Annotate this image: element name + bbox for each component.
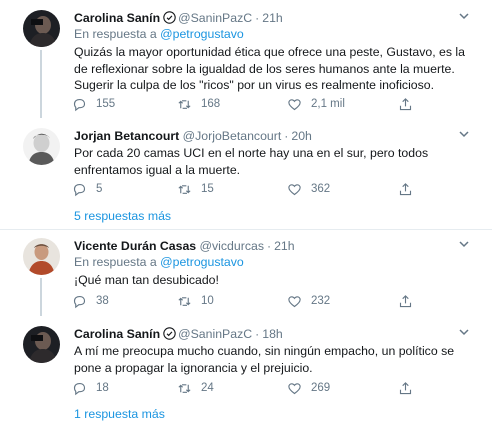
- tweet-text: Por cada 20 camas UCI en el norte hay un…: [74, 146, 429, 177]
- avatar[interactable]: [23, 10, 60, 47]
- like-icon: [288, 183, 301, 195]
- like-count: 2,1 mil: [311, 98, 345, 110]
- tweet-actions: 5 15 362: [72, 181, 432, 197]
- tweet-header: Jorjan Betancourt @JorjoBetancourt · 20h: [74, 128, 312, 144]
- author-name[interactable]: Jorjan Betancourt: [74, 129, 179, 143]
- retweet-icon: [178, 184, 191, 194]
- author-name[interactable]: Carolina Sanín: [74, 11, 160, 25]
- thread-line: [40, 278, 42, 316]
- reply-button[interactable]: 18: [72, 380, 109, 396]
- reply-prefix: En respuesta a: [74, 255, 157, 269]
- author-handle[interactable]: @SaninPazC: [178, 11, 252, 25]
- like-icon: [288, 295, 301, 307]
- tweet-thread: Carolina Sanín @SaninPazC · 21h En respuest…: [0, 0, 492, 425]
- timestamp[interactable]: 21h: [262, 11, 283, 25]
- tweet-header: Carolina Sanín @SaninPazC · 18h: [74, 326, 283, 342]
- separator-dot: ·: [284, 129, 289, 143]
- like-button[interactable]: 269: [287, 380, 330, 396]
- reply-icon: [73, 295, 86, 308]
- author-handle[interactable]: @vicdurcas: [200, 239, 264, 253]
- thread-line: [40, 50, 42, 118]
- thread-divider: [0, 229, 492, 230]
- retweet-button[interactable]: 15: [177, 181, 214, 197]
- like-button[interactable]: 2,1 mil: [287, 96, 345, 112]
- reply-count: 38: [96, 295, 109, 307]
- share-icon: [399, 97, 412, 110]
- author-handle[interactable]: @SaninPazC: [178, 327, 252, 341]
- reply-count: 18: [96, 382, 109, 394]
- timestamp[interactable]: 21h: [274, 239, 295, 253]
- avatar[interactable]: [23, 238, 60, 275]
- verified-icon: [163, 327, 176, 340]
- show-more-replies-link[interactable]: 1 respuesta más: [74, 406, 165, 422]
- tweet-actions: 38 10 232: [72, 293, 432, 309]
- retweet-button[interactable]: 168: [177, 96, 220, 112]
- reply-button[interactable]: 5: [72, 181, 102, 197]
- retweet-icon: [178, 99, 191, 109]
- share-button[interactable]: [398, 293, 413, 309]
- reply-count: 5: [96, 183, 103, 195]
- reply-context: En respuesta a @petrogustavo: [74, 254, 244, 270]
- separator-dot: ·: [266, 239, 272, 253]
- like-button[interactable]: 362: [287, 181, 330, 197]
- reply-context: En respuesta a @petrogustavo: [74, 26, 244, 42]
- like-count: 232: [311, 295, 331, 307]
- chevron-down-icon[interactable]: [458, 10, 470, 22]
- like-count: 362: [311, 183, 331, 195]
- reply-mention[interactable]: @petrogustavo: [160, 27, 244, 41]
- reply-count: 155: [96, 98, 116, 110]
- author-name[interactable]: Carolina Sanín: [74, 327, 160, 341]
- like-count: 269: [311, 382, 331, 394]
- retweet-count: 15: [201, 183, 214, 195]
- author-name[interactable]: Vicente Durán Casas: [74, 239, 196, 253]
- show-more-replies-link[interactable]: 5 respuestas más: [74, 208, 171, 224]
- timestamp[interactable]: 18h: [262, 327, 283, 341]
- reply-mention[interactable]: @petrogustavo: [160, 255, 244, 269]
- reply-button[interactable]: 38: [72, 293, 109, 309]
- avatar[interactable]: [23, 326, 60, 363]
- share-button[interactable]: [398, 96, 413, 112]
- share-button[interactable]: [398, 181, 413, 197]
- like-icon: [288, 98, 301, 110]
- retweet-button[interactable]: 10: [177, 293, 214, 309]
- separator-dot: ·: [255, 327, 260, 341]
- share-icon: [399, 294, 412, 307]
- tweet-text: ¡Qué man tan desubicado!: [74, 273, 219, 287]
- separator-dot: ·: [255, 11, 260, 25]
- retweet-icon: [178, 296, 191, 306]
- retweet-count: 10: [201, 295, 214, 307]
- tweet-header: Vicente Durán Casas @vicdurcas · 21h: [74, 238, 295, 254]
- retweet-count: 24: [201, 382, 214, 394]
- share-button[interactable]: [398, 380, 413, 396]
- verified-icon: [163, 11, 176, 24]
- tweet-text: A mí me preocupa mucho cuando, sin ningú…: [74, 344, 455, 375]
- reply-prefix: En respuesta a: [74, 27, 157, 41]
- retweet-button[interactable]: 24: [177, 380, 214, 396]
- reply-icon: [73, 382, 86, 395]
- reply-button[interactable]: 155: [72, 96, 115, 112]
- tweet-text: Quizás la mayor oportunidad ética que of…: [74, 45, 465, 92]
- share-icon: [399, 182, 412, 195]
- tweet-header: Carolina Sanín @SaninPazC · 21h: [74, 10, 283, 26]
- avatar[interactable]: [23, 128, 60, 165]
- reply-icon: [73, 183, 86, 196]
- tweet-actions: 18 24 269: [72, 380, 432, 396]
- retweet-icon: [178, 383, 191, 393]
- like-icon: [288, 382, 301, 394]
- like-button[interactable]: 232: [287, 293, 330, 309]
- retweet-count: 168: [201, 98, 221, 110]
- tweet-actions: 155 168 2,1 mil: [72, 96, 432, 112]
- timestamp[interactable]: 20h: [291, 129, 312, 143]
- chevron-down-icon[interactable]: [458, 128, 470, 140]
- reply-icon: [73, 98, 86, 111]
- chevron-down-icon[interactable]: [458, 326, 470, 338]
- chevron-down-icon[interactable]: [458, 238, 470, 250]
- author-handle[interactable]: @JorjoBetancourt: [183, 129, 282, 143]
- share-icon: [399, 381, 412, 394]
